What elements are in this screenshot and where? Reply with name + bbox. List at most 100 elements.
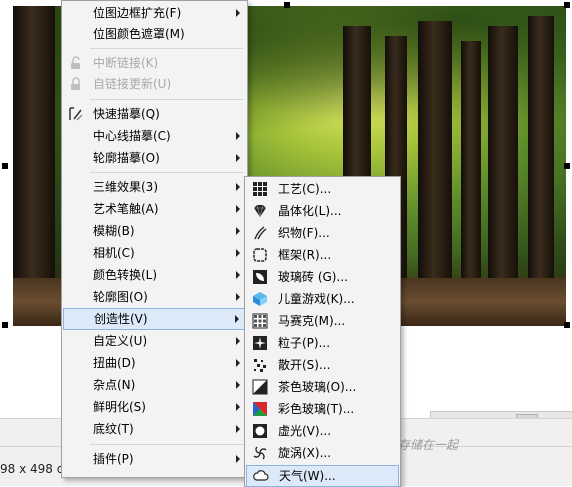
menu-item-creative[interactable]: 创造性(V) [63,308,246,330]
menu-item-camera[interactable]: 相机(C) [63,243,246,263]
menu-item-label: 工艺(C)... [278,182,332,196]
menu-item-label: 玻璃砖 (G)... [278,270,348,284]
menu-item-label: 模糊(B) [93,224,135,238]
menu-item-custom[interactable]: 自定义(U) [63,331,246,351]
submenu-arrow-icon [236,205,240,213]
menu-item-break-link[interactable]: 中断链接(K) [63,53,246,73]
menu-item-bitmap-border-expand[interactable]: 位图边框扩充(F) [63,3,246,23]
submenu-item-particles[interactable]: 粒子(P)... [246,333,399,353]
menu-item-label: 晶体化(L)... [278,204,342,218]
status-hint-text: 存储在一起 [398,438,459,452]
weather-icon [253,470,269,481]
menu-item-sharpen[interactable]: 鲜明化(S) [63,397,246,417]
menu-item-label: 底纹(T) [93,422,134,436]
menu-item-label: 马赛克(M)... [278,314,346,328]
menu-item-outline-trace[interactable]: 轮廓描摹(O) [63,148,246,168]
menu-separator [90,99,243,100]
menu-item-label: 三维效果(3) [93,180,158,194]
menu-item-texture[interactable]: 底纹(T) [63,419,246,439]
menu-item-bitmap-color-mask[interactable]: 位图颜色遮罩(M) [63,24,246,44]
menu-item-distort[interactable]: 扭曲(D) [63,353,246,373]
menu-item-link-update[interactable]: 自链接更新(U) [63,74,246,94]
submenu-arrow-icon [236,132,240,140]
submenu-item-scatter[interactable]: 散开(S)... [246,355,399,375]
submenu-item-kids-play[interactable]: 儿童游戏(K)... [246,289,399,309]
submenu-item-vortex[interactable]: 旋涡(X)... [246,443,399,463]
frame-icon [253,248,267,262]
menu-item-label: 自定义(U) [93,334,148,348]
menu-item-label: 自链接更新(U) [93,77,172,91]
menu-item-label: 框架(R)... [278,248,332,262]
menu-item-label: 旋涡(X)... [278,446,332,460]
menu-item-blur[interactable]: 模糊(B) [63,221,246,241]
submenu-item-smoked-glass[interactable]: 茶色玻璃(O)... [246,377,399,397]
bitmap-context-menu: 位图边框扩充(F) 位图颜色遮罩(M) 中断链接(K) 自链接更新(U) 快速描… [61,0,248,478]
selection-handle-bottom-right[interactable] [564,322,570,328]
selection-handle-bottom-left[interactable] [2,322,8,328]
crafts-icon [253,182,267,196]
menu-item-label: 扭曲(D) [93,356,136,370]
submenu-arrow-icon [235,315,239,323]
creative-submenu: 工艺(C)... 晶体化(L)... 织物(F)... 框架(R)... 玻璃砖… [244,176,401,487]
menu-item-noise[interactable]: 杂点(N) [63,375,246,395]
menu-item-centerline-trace[interactable]: 中心线描摹(C) [63,126,246,146]
submenu-arrow-icon [236,455,240,463]
menu-item-label: 儿童游戏(K)... [278,292,355,306]
kids-play-icon [253,292,267,306]
selection-handle-top-right[interactable] [564,2,570,8]
menu-item-label: 茶色玻璃(O)... [278,380,357,394]
link-update-icon [71,77,80,90]
menu-item-plugins[interactable]: 插件(P) [63,449,246,469]
submenu-item-fabric[interactable]: 织物(F)... [246,223,399,243]
submenu-item-crafts[interactable]: 工艺(C)... [246,179,399,199]
submenu-item-frame[interactable]: 框架(R)... [246,245,399,265]
menu-item-label: 位图边框扩充(F) [93,6,182,20]
menu-item-label: 轮廓描摹(O) [93,151,160,165]
scatter-icon [254,359,266,372]
menu-item-quick-trace[interactable]: 快速描摹(Q) [63,104,246,124]
submenu-arrow-icon [236,271,240,279]
submenu-item-weather[interactable]: 天气(W)... [246,465,399,487]
menu-item-label: 快速描摹(Q) [93,107,160,121]
menu-separator [90,172,243,173]
vignette-icon [253,424,267,438]
vortex-icon [253,446,267,460]
submenu-item-stained-glass[interactable]: 彩色玻璃(T)... [246,399,399,419]
submenu-arrow-icon [236,403,240,411]
menu-item-label: 位图颜色遮罩(M) [93,27,185,41]
submenu-arrow-icon [236,381,240,389]
menu-item-label: 鲜明化(S) [93,400,146,414]
mosaic-icon [252,313,268,329]
menu-item-label: 中心线描摹(C) [93,129,171,143]
menu-item-art-strokes[interactable]: 艺术笔触(A) [63,199,246,219]
submenu-item-glass-block[interactable]: 玻璃砖 (G)... [246,267,399,287]
submenu-arrow-icon [236,154,240,162]
particles-icon [253,336,267,350]
submenu-item-vignette[interactable]: 虚光(V)... [246,421,399,441]
menu-item-color-transform[interactable]: 颜色转换(L) [63,265,246,285]
submenu-item-mosaic[interactable]: 马赛克(M)... [246,311,399,331]
selection-handle-left[interactable] [2,163,8,169]
selection-handle-right[interactable] [564,163,570,169]
menu-item-3d-effects[interactable]: 三维效果(3) [63,177,246,197]
submenu-arrow-icon [236,337,240,345]
menu-item-label: 中断链接(K) [93,56,159,70]
stained-glass-icon [253,402,267,416]
submenu-arrow-icon [236,249,240,257]
submenu-arrow-icon [236,183,240,191]
menu-item-label: 创造性(V) [94,312,148,326]
submenu-item-crystalize[interactable]: 晶体化(L)... [246,201,399,221]
menu-item-label: 天气(W)... [279,469,336,483]
glass-block-icon [253,270,267,284]
menu-item-label: 粒子(P)... [278,336,331,350]
menu-item-label: 相机(C) [93,246,135,260]
menu-item-label: 虚光(V)... [278,424,332,438]
menu-separator [90,444,243,445]
menu-item-contour[interactable]: 轮廓图(O) [63,287,246,307]
menu-item-label: 轮廓图(O) [93,290,148,304]
submenu-arrow-icon [236,359,240,367]
menu-item-label: 散开(S)... [278,358,331,372]
menu-item-label: 杂点(N) [93,378,136,392]
selection-handle-top[interactable] [284,2,290,8]
menu-separator [90,48,243,49]
